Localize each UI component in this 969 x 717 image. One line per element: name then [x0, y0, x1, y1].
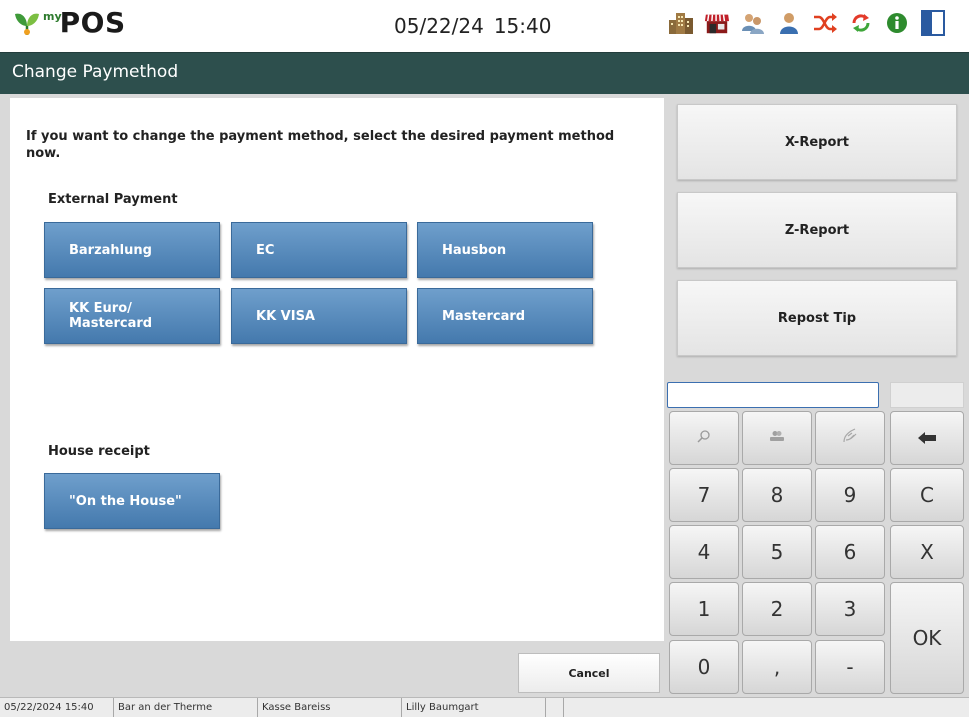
key-cancel-x[interactable]: X — [890, 525, 964, 579]
key-clear[interactable]: C — [890, 468, 964, 522]
logo-text: POS — [59, 6, 126, 39]
key-5[interactable]: 5 — [742, 525, 812, 579]
panel-icon[interactable] — [920, 10, 946, 36]
status-location: Bar an der Therme — [114, 698, 258, 717]
customer-icon — [769, 430, 785, 446]
search-icon — [697, 429, 711, 447]
search-key[interactable] — [669, 411, 739, 465]
clock-time: 15:40 — [493, 14, 552, 38]
refresh-icon[interactable] — [848, 10, 874, 36]
payment-button-on-the-house[interactable]: "On the House" — [44, 473, 220, 529]
cancel-button[interactable]: Cancel — [518, 653, 660, 693]
status-empty-2 — [564, 698, 969, 717]
shop-icon[interactable] — [704, 10, 730, 36]
house-receipt-label: House receipt — [48, 444, 150, 459]
main-panel: If you want to change the payment method… — [10, 98, 664, 641]
building-icon[interactable] — [668, 10, 694, 36]
payment-button-mastercard[interactable]: Mastercard — [417, 288, 593, 344]
key-9[interactable]: 9 — [815, 468, 885, 522]
clock-date: 05/22/24 — [394, 14, 484, 38]
title-bar: Change Paymethod — [0, 52, 969, 94]
status-empty-1 — [546, 698, 564, 717]
payment-button-ec[interactable]: EC — [231, 222, 407, 278]
instruction-text: If you want to change the payment method… — [26, 129, 615, 161]
payment-button-barzahlung[interactable]: Barzahlung — [44, 222, 220, 278]
top-bar: my POS 05/22/24 15:40 — [0, 0, 969, 52]
status-register: Kasse Bareiss — [258, 698, 402, 717]
status-user: Lilly Baumgart — [402, 698, 546, 717]
customer-key[interactable] — [742, 411, 812, 465]
external-payment-label: External Payment — [48, 192, 178, 207]
header-icons — [668, 10, 946, 36]
shuffle-icon[interactable] — [812, 10, 838, 36]
page-title: Change Paymethod — [12, 62, 179, 82]
key-minus[interactable]: - — [815, 640, 885, 694]
user-icon[interactable] — [776, 10, 802, 36]
key-2[interactable]: 2 — [742, 582, 812, 636]
clock: 05/22/24 15:40 — [394, 14, 561, 38]
key-1[interactable]: 1 — [669, 582, 739, 636]
status-datetime: 05/22/2024 15:40 — [0, 698, 114, 717]
payment-button-hausbon[interactable]: Hausbon — [417, 222, 593, 278]
keypad-blank-cell — [890, 382, 964, 408]
key-ok[interactable]: OK — [890, 582, 964, 694]
backspace-icon — [917, 426, 937, 450]
keypad-input[interactable] — [667, 382, 879, 408]
info-icon[interactable] — [884, 10, 910, 36]
key-8[interactable]: 8 — [742, 468, 812, 522]
app-logo: my POS — [12, 8, 126, 38]
tip-key[interactable] — [815, 411, 885, 465]
status-bar: 05/22/2024 15:40 Bar an der Therme Kasse… — [0, 697, 969, 717]
key-4[interactable]: 4 — [669, 525, 739, 579]
z-report-button[interactable]: Z-Report — [677, 192, 957, 268]
key-comma[interactable]: , — [742, 640, 812, 694]
key-7[interactable]: 7 — [669, 468, 739, 522]
payment-button-kk-visa[interactable]: KK VISA — [231, 288, 407, 344]
tip-hand-icon — [842, 428, 858, 448]
leaf-logo-icon — [12, 8, 42, 38]
key-3[interactable]: 3 — [815, 582, 885, 636]
repost-tip-button[interactable]: Repost Tip — [677, 280, 957, 356]
payment-button-kk-euro-mastercard[interactable]: KK Euro/ Mastercard — [44, 288, 220, 344]
x-report-button[interactable]: X-Report — [677, 104, 957, 180]
users-icon[interactable] — [740, 10, 766, 36]
backspace-key[interactable] — [890, 411, 964, 465]
key-6[interactable]: 6 — [815, 525, 885, 579]
key-0[interactable]: 0 — [669, 640, 739, 694]
